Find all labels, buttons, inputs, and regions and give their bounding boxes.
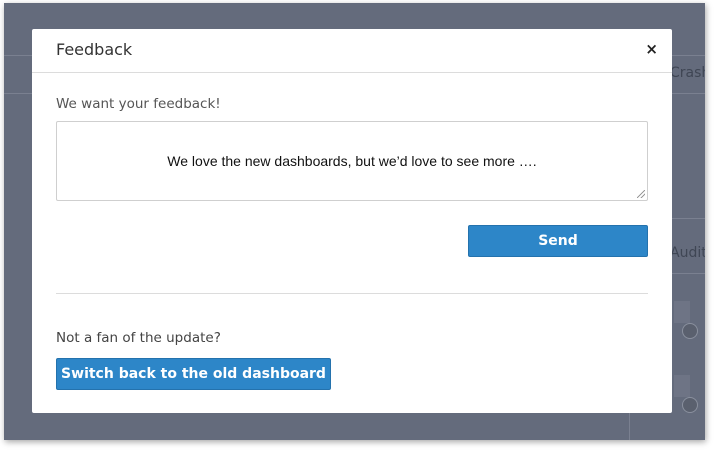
background-crash-label: Crash bbox=[670, 65, 705, 81]
feedback-modal: Feedback × We want your feedback! We lov… bbox=[32, 29, 672, 413]
feedback-prompt-label: We want your feedback! bbox=[56, 96, 221, 112]
switch-to-old-dashboard-button[interactable]: Switch back to the old dashboard bbox=[56, 358, 331, 390]
background-panel-divider bbox=[629, 413, 630, 440]
background-card bbox=[674, 301, 690, 323]
section-divider bbox=[56, 293, 648, 294]
background-avatar bbox=[682, 397, 698, 413]
background-audit-label: Audit bbox=[670, 245, 705, 261]
feedback-text: We love the new dashboards, but we’d lov… bbox=[167, 153, 537, 169]
modal-title: Feedback bbox=[56, 40, 133, 59]
background-card bbox=[674, 375, 690, 397]
resize-grip-icon[interactable] bbox=[637, 190, 645, 198]
close-icon[interactable]: × bbox=[645, 40, 658, 58]
send-button[interactable]: Send bbox=[468, 225, 648, 257]
modal-header: Feedback × bbox=[32, 29, 672, 73]
background-avatar bbox=[682, 323, 698, 339]
not-a-fan-label: Not a fan of the update? bbox=[56, 330, 221, 346]
feedback-textarea[interactable]: We love the new dashboards, but we’d lov… bbox=[56, 121, 648, 201]
